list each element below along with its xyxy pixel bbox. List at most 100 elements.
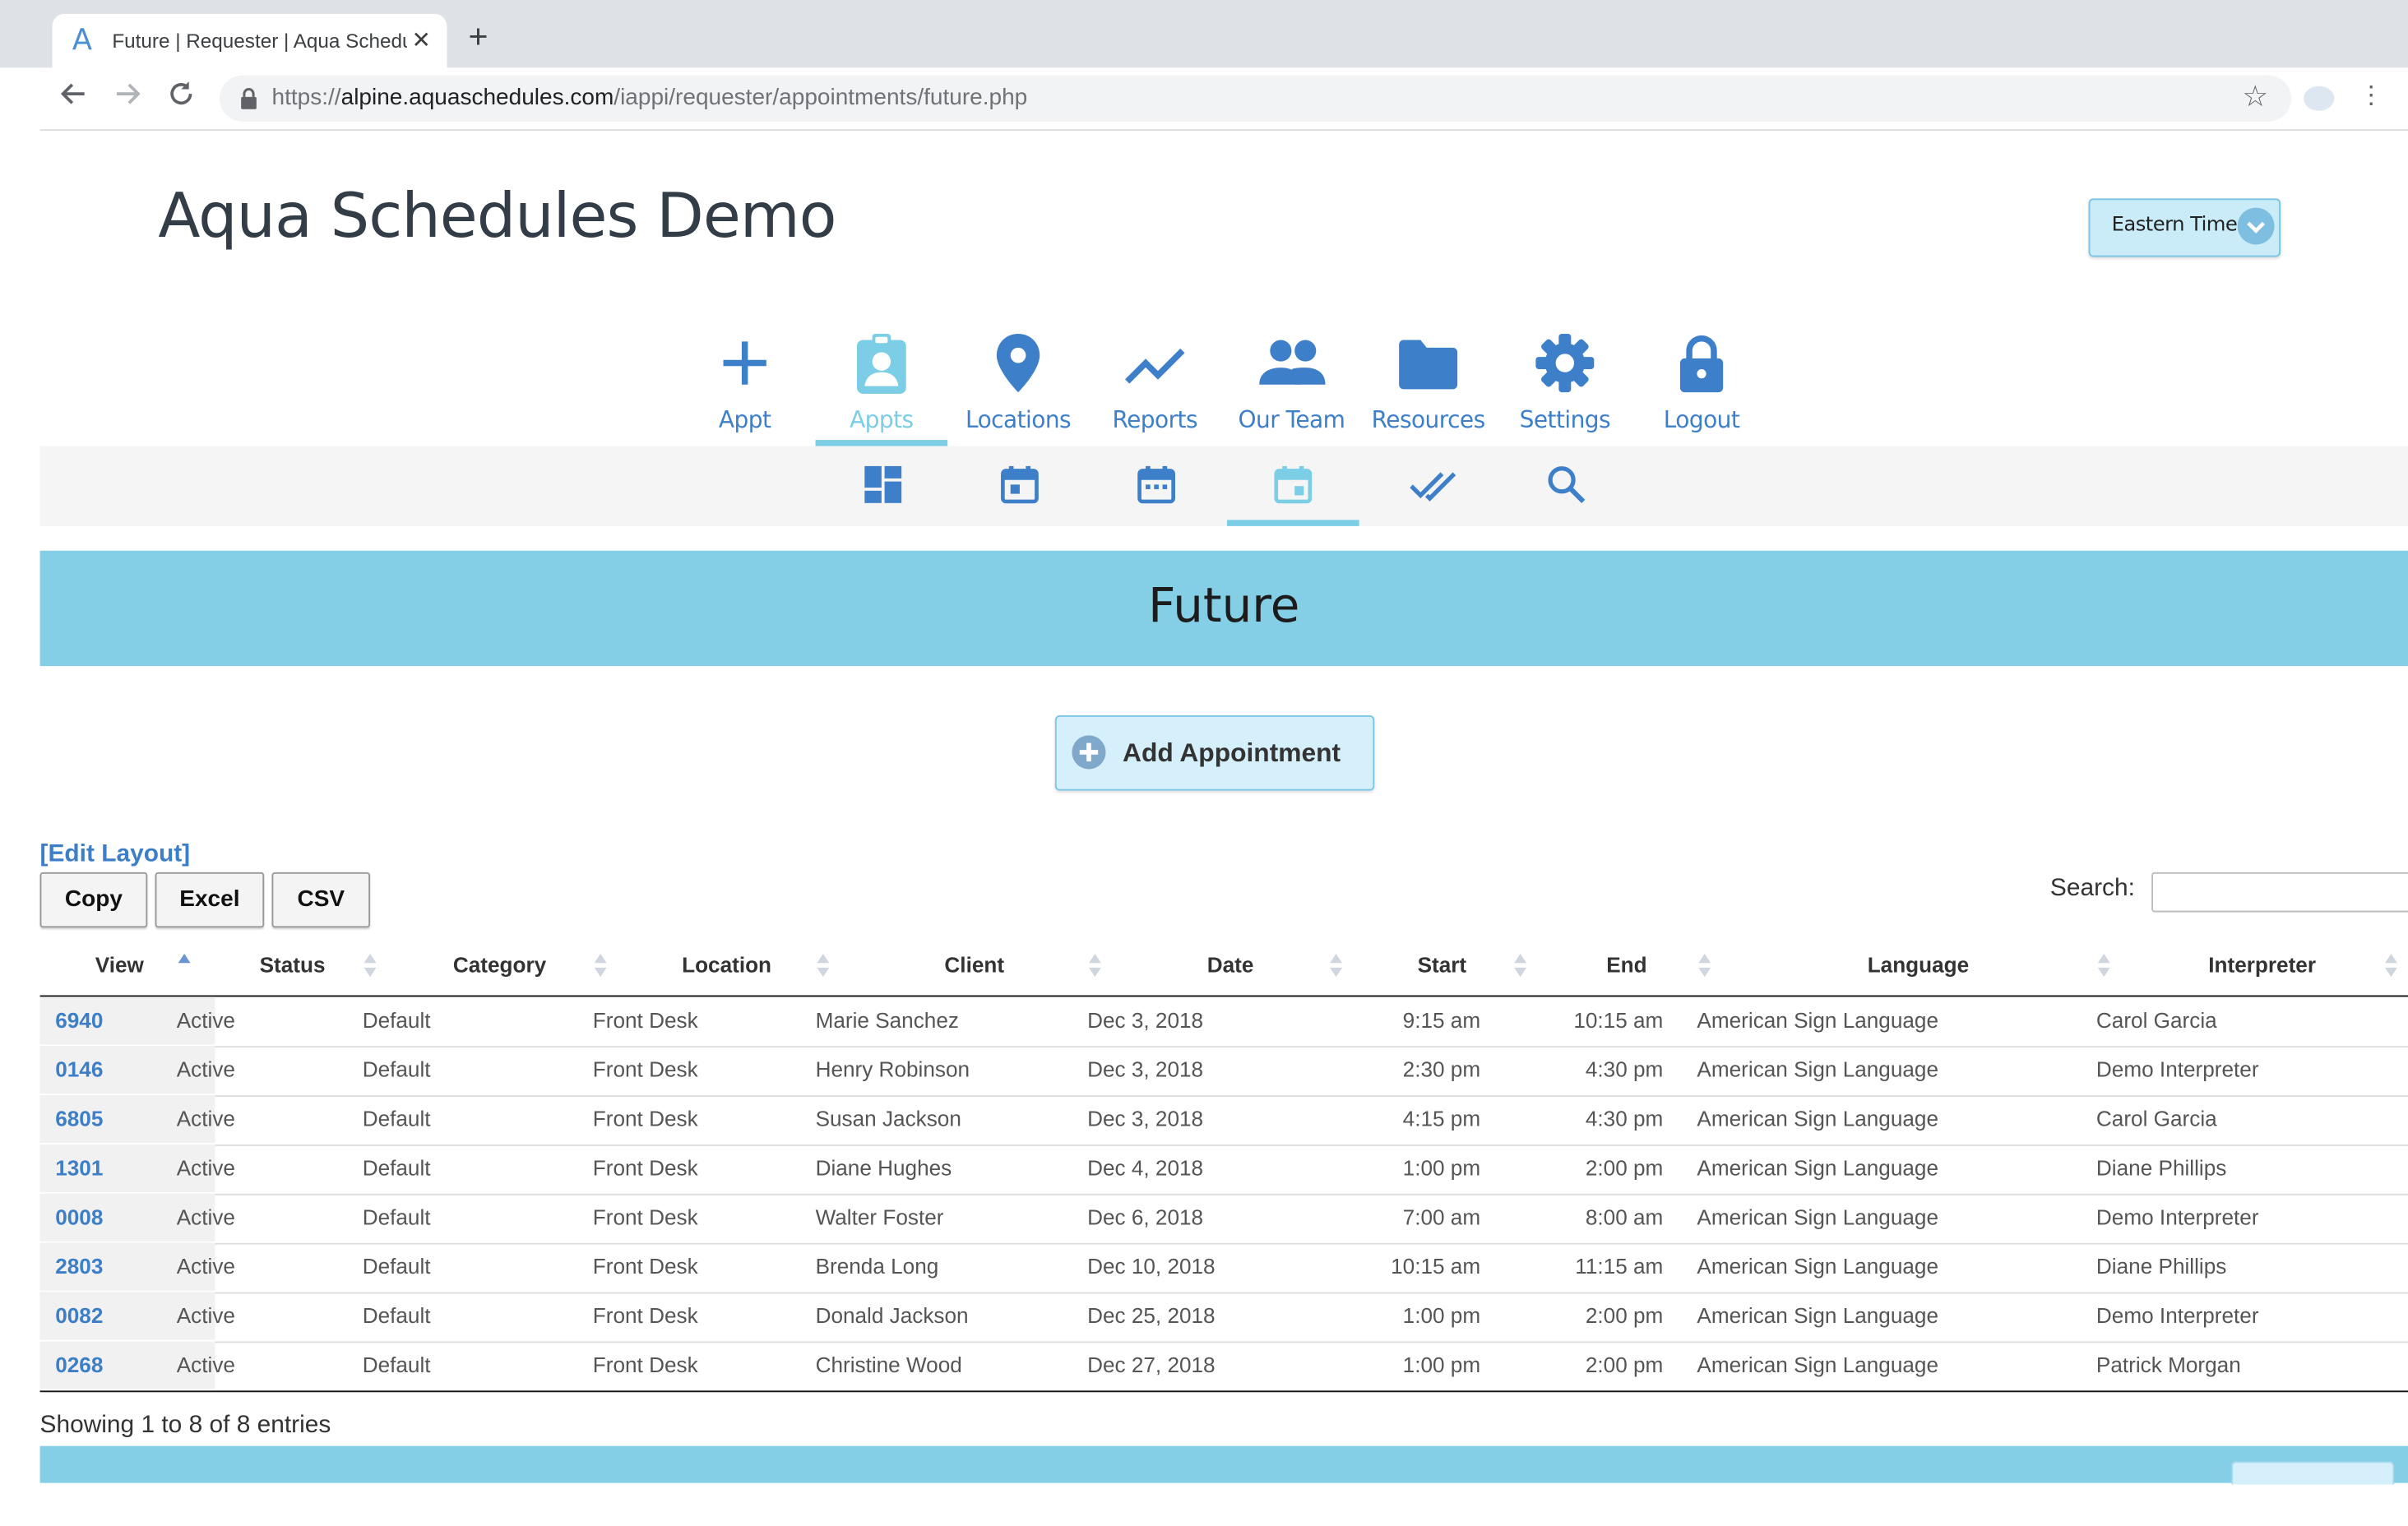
cell-start: 9:15 am (1402, 1007, 1481, 1033)
cell-interpreter: Demo Interpreter (2095, 1204, 2259, 1229)
subnav-search[interactable] (1499, 449, 1632, 523)
cell-category: Default (362, 1106, 431, 1131)
cell-end: 8:00 am (1585, 1204, 1664, 1229)
timezone-dropdown[interactable]: Eastern Time (2088, 198, 2281, 257)
browser-menu-icon[interactable]: ⋮ (2359, 81, 2383, 112)
subnav-day[interactable] (952, 449, 1085, 523)
nav-locations[interactable]: Locations (949, 323, 1087, 443)
dashboard-icon (864, 465, 902, 503)
col-header-start[interactable]: Start (1353, 940, 1535, 995)
col-header-status[interactable]: Status (201, 940, 386, 995)
cell-status: Active (176, 1253, 235, 1279)
cell-location: Front Desk (592, 1253, 698, 1279)
nav-reports[interactable]: Reports (1086, 323, 1224, 443)
plus-circle-icon (1072, 735, 1106, 770)
cell-start: 10:15 am (1391, 1253, 1481, 1279)
col-header-language[interactable]: Language (1720, 940, 2119, 995)
cell-client: Walter Foster (815, 1204, 944, 1229)
cell-category: Default (362, 1007, 431, 1033)
col-header-date-label: Date (1206, 952, 1254, 978)
col-header-view-label: View (95, 952, 144, 978)
nav-resources[interactable]: Resources (1359, 323, 1498, 443)
cell-interpreter: Patrick Morgan (2095, 1352, 2241, 1377)
nav-appts[interactable]: Appts (813, 323, 951, 443)
cell-date: Dec 3, 2018 (1087, 1007, 1204, 1033)
csv-button[interactable]: CSV (271, 872, 371, 928)
nav-resources-label: Resources (1371, 405, 1486, 434)
cell-client: Donald Jackson (815, 1302, 969, 1328)
col-header-client-label: Client (944, 952, 1005, 978)
col-header-language-label: Language (1867, 952, 1970, 978)
col-header-end[interactable]: End (1535, 940, 1720, 995)
col-header-date[interactable]: Date (1112, 940, 1353, 995)
nav-our-team-label: Our Team (1238, 405, 1345, 434)
col-header-location-label: Location (682, 952, 772, 978)
reload-icon[interactable] (164, 80, 198, 113)
cell-date: Dec 3, 2018 (1087, 1057, 1204, 1082)
nav-appt[interactable]: Appt (676, 323, 814, 443)
copy-button[interactable]: Copy (39, 872, 148, 928)
cell-interpreter: Diane Phillips (2095, 1253, 2227, 1279)
cell-status: Active (176, 1155, 235, 1181)
browser-tab[interactable]: A Future | Requester | Aqua Schedules De… (52, 13, 447, 68)
footer-button[interactable] (2231, 1461, 2395, 1485)
sort-icon (1698, 954, 1711, 978)
new-tab-icon[interactable]: + (469, 19, 489, 53)
forward-icon[interactable] (110, 80, 144, 113)
extension-icon[interactable] (2304, 86, 2335, 111)
sort-icon (1514, 954, 1527, 978)
cell-interpreter: Carol Garcia (2095, 1007, 2217, 1033)
cell-status: Active (176, 1106, 235, 1131)
trend-line-icon (1124, 348, 1185, 384)
calendar-future-icon (1274, 465, 1313, 504)
cell-category: Default (362, 1352, 431, 1377)
cell-date: Dec 25, 2018 (1087, 1302, 1216, 1328)
nav-settings[interactable]: Settings (1496, 323, 1634, 443)
subnav-completed[interactable] (1362, 449, 1494, 523)
table-search-input[interactable] (2151, 872, 2408, 913)
add-appointment-button[interactable]: Add Appointment (1054, 715, 1375, 791)
col-header-location[interactable]: Location (618, 940, 840, 995)
subnav-dashboard[interactable] (816, 449, 948, 523)
bookmark-star-icon[interactable]: ☆ (2242, 80, 2268, 115)
back-icon[interactable] (57, 80, 90, 113)
timezone-label: Eastern Time (2111, 214, 2238, 238)
subnav-week[interactable] (1089, 449, 1221, 523)
sort-icon (1330, 954, 1343, 978)
cell-location: Front Desk (592, 1204, 698, 1229)
edit-layout-link[interactable]: [Edit Layout] (40, 841, 191, 869)
nav-active-indicator (815, 440, 948, 446)
tab-close-icon[interactable]: ✕ (411, 26, 430, 54)
nav-logout[interactable]: Logout (1632, 323, 1771, 443)
calendar-day-icon (1001, 465, 1039, 504)
cell-end: 4:30 pm (1585, 1106, 1664, 1131)
cell-end: 11:15 am (1575, 1253, 1664, 1279)
table-row: 0008 Active Default Front Desk Walter Foster… (39, 1193, 2408, 1245)
cell-category: Default (362, 1057, 431, 1082)
table-row: 2803 Active Default Front Desk Brenda Long De… (39, 1242, 2408, 1294)
sort-icon (2384, 954, 2397, 978)
col-header-view[interactable]: View (40, 940, 200, 995)
cell-language: American Sign Language (1697, 1007, 1939, 1033)
subnav-future[interactable] (1225, 449, 1358, 523)
col-header-category[interactable]: Category (387, 940, 618, 995)
nav-our-team[interactable]: Our Team (1222, 323, 1360, 443)
excel-button[interactable]: Excel (155, 872, 265, 928)
col-header-client[interactable]: Client (840, 940, 1112, 995)
search-icon (1548, 466, 1586, 504)
footer-bar (39, 1445, 2408, 1483)
col-header-interpreter[interactable]: Interpreter (2119, 940, 2408, 995)
folder-icon (1399, 340, 1458, 390)
cell-end: 2:00 pm (1585, 1352, 1664, 1377)
cell-language: American Sign Language (1697, 1352, 1939, 1377)
cell-client: Christine Wood (815, 1352, 962, 1377)
nav-appts-label: Appts (850, 405, 914, 434)
sort-asc-icon (178, 954, 191, 978)
cell-language: American Sign Language (1697, 1106, 1939, 1131)
cell-category: Default (362, 1302, 431, 1328)
sort-icon (1088, 954, 1101, 978)
tab-favicon-icon: A (72, 23, 93, 58)
double-check-icon (1410, 472, 1456, 502)
address-bar[interactable]: https://alpine.aquaschedules.com/iappi/r… (220, 75, 2292, 122)
col-header-category-label: Category (452, 952, 547, 978)
